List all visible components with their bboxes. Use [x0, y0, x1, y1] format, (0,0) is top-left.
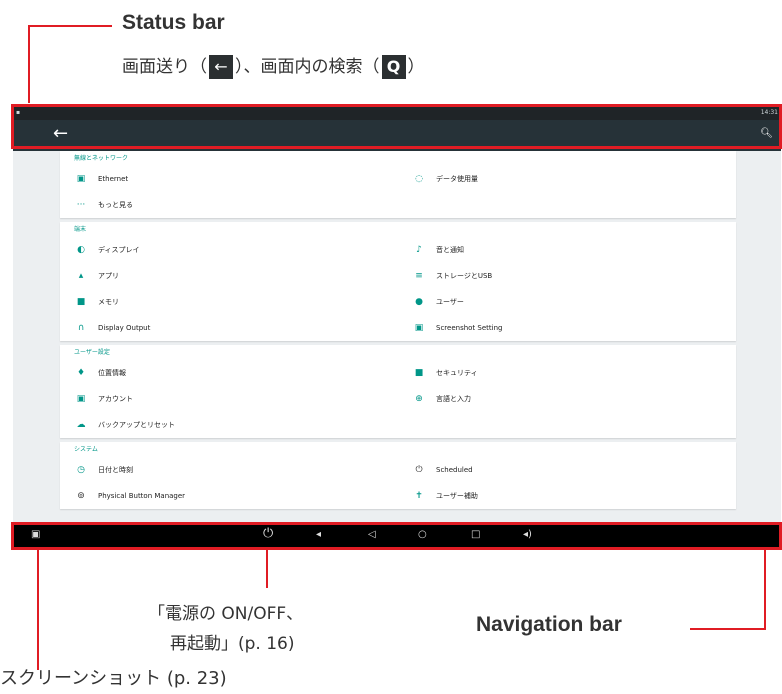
navigation-bar-highlight	[11, 522, 782, 550]
settings-item-users[interactable]: ● ユーザー	[398, 289, 736, 315]
display-icon: ◐	[77, 245, 85, 255]
settings-item-physical-button[interactable]: ⊚ Physical Button Manager	[60, 483, 398, 509]
power-annotation-line2: 再起動」(p. 16)	[170, 634, 295, 654]
data-usage-icon: ◌	[415, 174, 423, 184]
settings-item-date-time[interactable]: ◷ 日付と時刻	[60, 457, 398, 483]
section-header: 無線とネットワーク	[74, 155, 129, 162]
settings-item-sound[interactable]: ♪ 音と通知	[398, 237, 736, 263]
settings-item-security[interactable]: ■ セキュリティ	[398, 360, 736, 386]
settings-item-display-output[interactable]: ∩ Display Output	[60, 315, 398, 341]
power-annotation-line1: 「電源の ON/OFF、	[148, 604, 304, 624]
settings-item-memory[interactable]: ■ メモリ	[60, 289, 398, 315]
settings-item-accounts[interactable]: ▣ アカウント	[60, 386, 398, 412]
more-icon: ···	[76, 200, 86, 210]
section-device: 端末 ◐ ディスプレイ ♪ 音と通知 ▴ アプリ ≡ ストレージとUSB ■ メモリ ● ユ…	[60, 222, 736, 341]
settings-item-accessibility[interactable]: ✝ ユーザー補助	[398, 483, 736, 509]
settings-item-ethernet[interactable]: ▣ Ethernet	[60, 166, 398, 192]
settings-list: 無線とネットワーク ▣ Ethernet ◌ データ使用量 ··· もっと見る 端末 …	[60, 151, 736, 513]
memory-icon: ■	[76, 297, 86, 307]
status-bar-highlight	[11, 104, 782, 149]
settings-item-data-usage[interactable]: ◌ データ使用量	[398, 166, 736, 192]
screenshot-icon: ▣	[414, 323, 424, 333]
screenshot-leader	[37, 550, 39, 670]
cloud-icon: ☁	[76, 420, 86, 430]
user-icon: ●	[415, 297, 423, 307]
settings-item-storage[interactable]: ≡ ストレージとUSB	[398, 263, 736, 289]
location-icon: ♦	[76, 368, 86, 378]
section-header: システム	[74, 446, 98, 453]
ethernet-icon: ▣	[76, 174, 86, 184]
screenshot-annotation: スクリーンショット (p. 23)	[0, 668, 227, 689]
status-leader-vertical	[28, 25, 30, 103]
section-header: ユーザー設定	[74, 349, 110, 356]
section-system: システム ◷ 日付と時刻 ⏻ Scheduled ⊚ Physical Button …	[60, 442, 736, 509]
settings-item-scheduled[interactable]: ⏻ Scheduled	[398, 457, 736, 483]
settings-item-apps[interactable]: ▴ アプリ	[60, 263, 398, 289]
status-bar-title: Status bar	[122, 11, 225, 34]
accessibility-icon: ✝	[415, 491, 423, 501]
section-personal: ユーザー設定 ♦ 位置情報 ■ セキュリティ ▣ アカウント ⊕ 言語と入力 ☁ バックア…	[60, 345, 736, 438]
storage-icon: ≡	[415, 271, 423, 281]
power-icon: ⏻	[415, 465, 423, 475]
account-icon: ▣	[76, 394, 86, 404]
bell-icon: ♪	[416, 245, 422, 255]
button-icon: ⊚	[77, 491, 85, 501]
status-bar-description: 画面送り（ ← ）、画面内の検索（ Q）	[122, 55, 425, 79]
android-icon: ▴	[78, 271, 84, 281]
lock-icon: ■	[414, 368, 424, 378]
search-icon: Q	[381, 55, 406, 79]
globe-icon: ⊕	[415, 394, 423, 404]
settings-item-more[interactable]: ··· もっと見る	[60, 192, 398, 218]
status-leader-horizontal	[28, 25, 112, 27]
settings-item-backup[interactable]: ☁ バックアップとリセット	[60, 412, 398, 438]
navigation-bar-title: Navigation bar	[476, 613, 622, 636]
nav-leader-horizontal	[690, 628, 766, 630]
nav-leader-vertical	[764, 550, 766, 630]
clock-icon: ◷	[77, 465, 85, 475]
device-screen: ▪ 14:31 ← 🔍︎ 無線とネットワーク ▣ Ethernet ◌ データ使用量…	[13, 106, 781, 548]
display-output-icon: ∩	[77, 323, 85, 333]
settings-item-location[interactable]: ♦ 位置情報	[60, 360, 398, 386]
settings-item-display[interactable]: ◐ ディスプレイ	[60, 237, 398, 263]
power-leader	[266, 550, 268, 588]
back-arrow-icon: ←	[209, 55, 233, 79]
settings-item-screenshot-setting[interactable]: ▣ Screenshot Setting	[398, 315, 736, 341]
settings-item-language[interactable]: ⊕ 言語と入力	[398, 386, 736, 412]
section-wireless: 無線とネットワーク ▣ Ethernet ◌ データ使用量 ··· もっと見る	[60, 151, 736, 218]
section-header: 端末	[74, 226, 87, 233]
